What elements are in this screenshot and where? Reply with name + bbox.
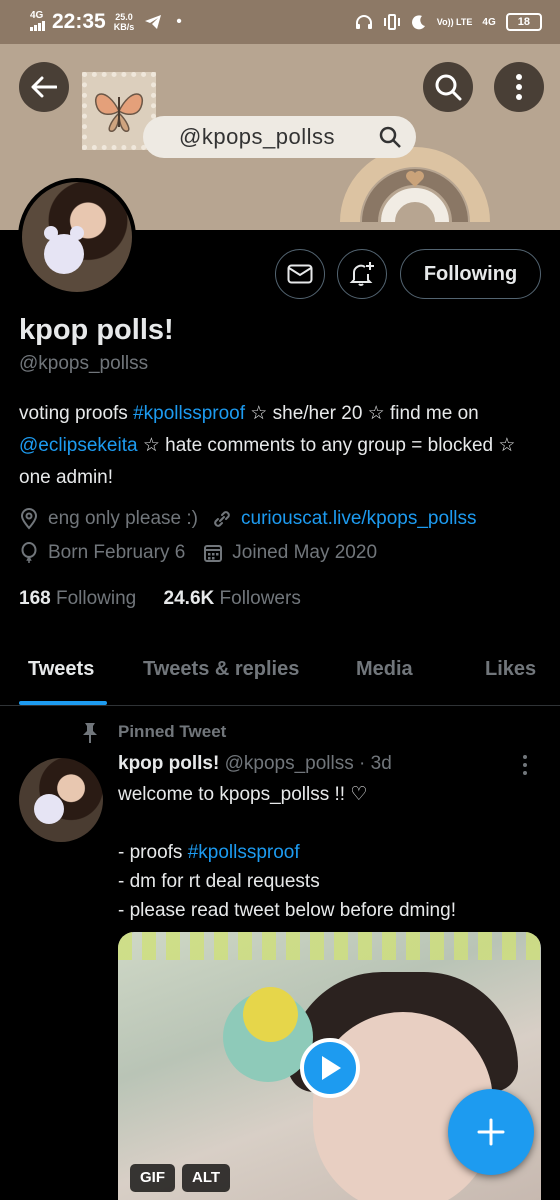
tab-media[interactable]: Media bbox=[356, 658, 413, 681]
profile-tabs: Tweets Tweets & replies Media Likes bbox=[0, 640, 560, 706]
tweet-more-icon[interactable] bbox=[521, 754, 529, 776]
speed-unit: KB/s bbox=[113, 22, 135, 32]
telegram-icon bbox=[145, 15, 162, 29]
network-type-right: 4G bbox=[482, 16, 496, 28]
tweet-author-avatar[interactable] bbox=[19, 758, 103, 842]
profile-handle: @kpops_pollss bbox=[19, 353, 149, 374]
status-bar: 4G 22:35 25.0 KB/s • Vo)) LTE 4G 18 bbox=[0, 0, 560, 44]
profile-dates-row: Born February 6 Joined May 2020 bbox=[19, 542, 377, 564]
avatar-plush-toy bbox=[34, 794, 64, 824]
profile-joined-date: Joined May 2020 bbox=[232, 542, 378, 563]
tab-likes[interactable]: Likes bbox=[485, 658, 536, 681]
tweet-line-3: - dm for rt deal requests bbox=[118, 871, 320, 892]
avatar-plush-toy bbox=[44, 226, 84, 274]
tweet-text: welcome to kpops_pollss !! ♡ - proofs #k… bbox=[118, 780, 538, 925]
bell-plus-icon bbox=[349, 262, 374, 286]
tweet-handle-time: @kpops_pollss · 3d bbox=[224, 753, 392, 774]
speed-value: 25.0 bbox=[115, 12, 133, 22]
back-button[interactable] bbox=[19, 62, 69, 112]
followers-stat[interactable]: 24.6K Followers bbox=[164, 588, 301, 609]
media-flower-center bbox=[243, 987, 298, 1042]
profile-birthday: Born February 6 bbox=[48, 542, 186, 563]
rainbow-decoration bbox=[340, 147, 490, 223]
search-icon bbox=[435, 74, 462, 101]
following-count: 168 bbox=[19, 588, 51, 609]
search-button[interactable] bbox=[423, 62, 473, 112]
battery-indicator: 18 bbox=[505, 13, 542, 31]
more-options-button[interactable] bbox=[494, 62, 544, 112]
clock: 22:35 bbox=[52, 10, 106, 33]
following-button[interactable]: Following bbox=[400, 249, 541, 299]
network-speed: 25.0 KB/s bbox=[114, 12, 135, 32]
compose-tweet-button[interactable] bbox=[448, 1089, 534, 1175]
magnifier-icon bbox=[379, 126, 401, 148]
volte-indicator: Vo)) LTE bbox=[436, 16, 473, 27]
bio-text-1: voting proofs bbox=[19, 403, 134, 424]
do-not-disturb-moon-icon bbox=[411, 15, 425, 30]
link-icon bbox=[214, 511, 230, 527]
alt-badge[interactable]: ALT bbox=[182, 1164, 231, 1192]
location-pin-icon bbox=[20, 508, 38, 530]
bio-text-2: ☆ she/her 20 ☆ find me on bbox=[245, 403, 479, 424]
profile-name: kpop polls! bbox=[19, 314, 174, 346]
pin-icon bbox=[83, 723, 97, 743]
following-stat[interactable]: 168 Following bbox=[19, 588, 136, 609]
signal-bars-icon bbox=[30, 20, 45, 31]
profile-bio: voting proofs #kpollssproof ☆ she/her 20… bbox=[19, 398, 539, 494]
tweet-line-1: welcome to kpops_pollss !! ♡ bbox=[118, 784, 368, 805]
profile-avatar[interactable] bbox=[18, 178, 136, 296]
envelope-icon bbox=[287, 264, 313, 284]
pinned-label: Pinned Tweet bbox=[118, 722, 227, 741]
gif-badge: GIF bbox=[130, 1164, 175, 1192]
balloon-icon bbox=[21, 542, 37, 563]
media-decoration bbox=[118, 932, 541, 960]
calendar-icon bbox=[204, 545, 223, 562]
tweet-hashtag-link[interactable]: #kpollssproof bbox=[188, 842, 300, 863]
headphones-icon bbox=[355, 15, 372, 29]
signal-indicator: 4G bbox=[30, 9, 46, 34]
bio-hashtag-link[interactable]: #kpollssproof bbox=[133, 403, 245, 424]
tweet-line-4: - please read tweet below before dming! bbox=[118, 900, 456, 921]
followers-stat-label: Followers bbox=[219, 588, 301, 609]
butterfly-icon bbox=[94, 93, 144, 132]
profile-website-link[interactable]: curiouscat.live/kpops_pollss bbox=[241, 508, 477, 530]
notifications-button[interactable] bbox=[337, 249, 387, 299]
play-icon bbox=[322, 1056, 341, 1080]
network-type: 4G bbox=[30, 9, 44, 21]
followers-count: 24.6K bbox=[163, 588, 215, 609]
profile-location: eng only please :) bbox=[48, 508, 198, 529]
follow-stats: 168 Following 24.6K Followers bbox=[19, 588, 301, 610]
plus-icon bbox=[477, 1118, 505, 1146]
profile-location-row: eng only please :) curiouscat.live/kpops… bbox=[19, 508, 477, 530]
banner-handle-text: @kpops_pollss bbox=[179, 124, 336, 149]
notification-dot: • bbox=[176, 13, 182, 30]
vibrate-icon bbox=[383, 14, 400, 30]
tweet-header: kpop polls! @kpops_pollss · 3d bbox=[118, 753, 392, 775]
active-tab-indicator bbox=[19, 701, 107, 705]
tweet-line-2: - proofs bbox=[118, 842, 188, 863]
more-vertical-icon bbox=[516, 74, 522, 100]
back-arrow-icon bbox=[31, 76, 57, 98]
play-button[interactable] bbox=[300, 1038, 360, 1098]
tweet-author-name[interactable]: kpop polls! bbox=[118, 753, 219, 774]
bio-mention-link[interactable]: @eclipsekeita bbox=[19, 435, 138, 456]
tab-tweets-and-replies[interactable]: Tweets & replies bbox=[143, 658, 299, 681]
following-stat-label: Following bbox=[55, 588, 137, 609]
banner-handle-label: @kpops_pollss bbox=[143, 116, 416, 158]
tab-tweets[interactable]: Tweets bbox=[28, 658, 94, 681]
message-button[interactable] bbox=[275, 249, 325, 299]
